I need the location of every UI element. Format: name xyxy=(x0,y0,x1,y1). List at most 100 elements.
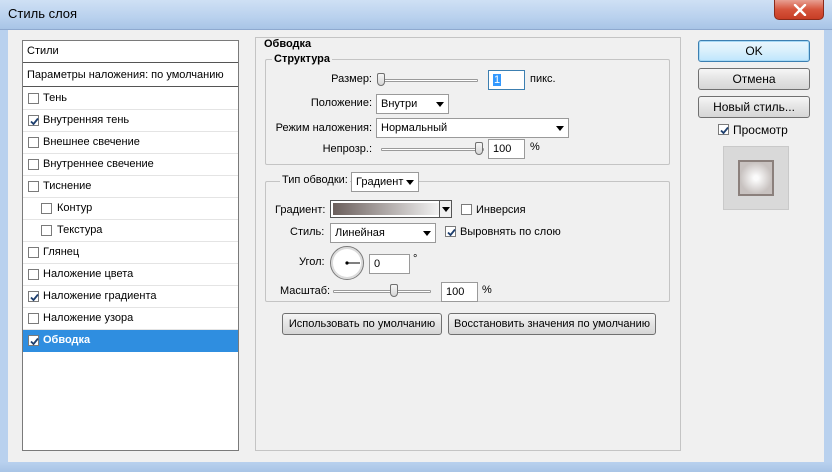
angle-input[interactable]: 0 xyxy=(369,254,410,274)
angle-dial-icon xyxy=(345,261,360,265)
align-with-layer-label: Выровнять по слою xyxy=(460,226,561,238)
reverse-checkbox[interactable] xyxy=(461,204,472,215)
reverse-label: Инверсия xyxy=(476,204,526,216)
style-checkbox[interactable] xyxy=(28,247,39,258)
stroke-section-title: Обводка xyxy=(262,38,314,50)
preview-square xyxy=(738,160,774,196)
size-value: 1 xyxy=(493,74,502,86)
style-checkbox[interactable] xyxy=(28,115,39,126)
chevron-down-icon xyxy=(423,231,431,236)
opacity-slider-thumb[interactable] xyxy=(475,142,483,155)
style-checkbox[interactable] xyxy=(28,93,39,104)
angle-unit: ° xyxy=(413,253,418,265)
position-label: Положение: xyxy=(310,97,372,109)
preview-label: Просмотр xyxy=(733,123,788,137)
style-checkbox[interactable] xyxy=(28,313,39,324)
style-list-item[interactable]: Обводка xyxy=(23,330,238,352)
ok-button[interactable]: OK xyxy=(698,40,810,62)
style-list-item[interactable]: Контур xyxy=(23,198,238,220)
style-item-label: Обводка xyxy=(43,334,91,346)
position-select[interactable]: Внутри xyxy=(376,94,449,114)
style-list-item[interactable]: Глянец xyxy=(23,242,238,264)
style-item-label: Тень xyxy=(43,92,68,104)
window-title: Стиль слоя xyxy=(8,6,78,21)
fill-type-value: Градиент xyxy=(356,176,404,188)
checkmark-icon xyxy=(30,293,39,302)
cancel-button[interactable]: Отмена xyxy=(698,68,810,90)
blend-mode-label: Режим наложения: xyxy=(275,122,372,134)
fill-type-label: Тип обводки: xyxy=(280,174,350,188)
style-list-item[interactable]: Наложение узора xyxy=(23,308,238,330)
angle-dial[interactable] xyxy=(330,246,364,280)
style-list-item[interactable]: Тень xyxy=(23,88,238,110)
gradient-preview-bar[interactable] xyxy=(333,203,439,215)
scale-slider-track[interactable] xyxy=(333,290,431,293)
opacity-slider-track[interactable] xyxy=(381,148,484,151)
style-item-label: Внешнее свечение xyxy=(43,136,140,148)
style-checkbox[interactable] xyxy=(28,137,39,148)
style-item-label: Внутренняя тень xyxy=(43,114,130,126)
styles-header[interactable]: Стили xyxy=(23,41,238,63)
preview-checkbox[interactable] xyxy=(718,124,729,135)
close-button[interactable] xyxy=(774,0,824,20)
new-style-button[interactable]: Новый стиль... xyxy=(698,96,810,118)
reset-to-default-button[interactable]: Восстановить значения по умолчанию xyxy=(448,313,656,335)
style-list-item[interactable]: Внешнее свечение xyxy=(23,132,238,154)
style-list-item[interactable]: Тиснение xyxy=(23,176,238,198)
fill-type-select[interactable]: Градиент xyxy=(351,172,419,192)
scale-input[interactable]: 100 xyxy=(441,282,478,302)
size-slider-track[interactable] xyxy=(378,79,478,82)
style-select[interactable]: Линейная xyxy=(330,223,436,243)
window-frame-left xyxy=(0,30,8,462)
blend-mode-value: Нормальный xyxy=(381,122,448,134)
style-item-label: Контур xyxy=(57,202,93,214)
style-list-item[interactable]: Наложение градиента xyxy=(23,286,238,308)
style-checkbox[interactable] xyxy=(28,269,39,280)
style-item-label: Наложение узора xyxy=(43,312,134,324)
style-list-item[interactable]: Текстура xyxy=(23,220,238,242)
blend-mode-select[interactable]: Нормальный xyxy=(376,118,569,138)
style-checkbox[interactable] xyxy=(28,291,39,302)
scale-value: 100 xyxy=(446,286,465,298)
style-checkbox[interactable] xyxy=(41,225,52,236)
style-preview-thumbnail xyxy=(723,146,789,210)
window-frame-right xyxy=(824,30,832,462)
style-item-label: Наложение градиента xyxy=(43,290,157,302)
align-with-layer-checkbox[interactable] xyxy=(445,226,456,237)
title-bar[interactable]: Стиль слоя xyxy=(0,0,832,30)
style-item-label: Текстура xyxy=(57,224,103,236)
position-value: Внутри xyxy=(381,98,418,110)
size-label: Размер: xyxy=(331,73,372,85)
size-unit: пикс. xyxy=(530,73,556,85)
blending-options-item[interactable]: Параметры наложения: по умолчанию xyxy=(23,65,238,87)
style-item-label: Наложение цвета xyxy=(43,268,134,280)
checkmark-icon xyxy=(447,228,456,237)
checkmark-icon xyxy=(720,126,729,135)
style-checkbox[interactable] xyxy=(28,159,39,170)
style-checkbox[interactable] xyxy=(41,203,52,214)
opacity-input[interactable]: 100 xyxy=(488,139,525,159)
style-list-item[interactable]: Внутренняя тень xyxy=(23,110,238,132)
size-input[interactable]: 1 xyxy=(488,70,525,90)
checkmark-icon xyxy=(30,337,39,346)
style-list-item[interactable]: Наложение цвета xyxy=(23,264,238,286)
opacity-value: 100 xyxy=(493,143,512,155)
style-checkbox[interactable] xyxy=(28,335,39,346)
chevron-down-icon xyxy=(436,102,444,107)
gradient-picker[interactable] xyxy=(330,200,452,218)
opacity-label: Непрозр.: xyxy=(322,143,372,155)
angle-value: 0 xyxy=(374,258,381,270)
style-item-label: Глянец xyxy=(43,246,80,258)
style-checkbox[interactable] xyxy=(28,181,39,192)
scale-unit: % xyxy=(482,284,492,296)
make-default-button[interactable]: Использовать по умолчанию xyxy=(282,313,442,335)
scale-label: Масштаб: xyxy=(280,285,331,297)
scale-slider-thumb[interactable] xyxy=(390,284,398,297)
angle-label: Угол: xyxy=(299,256,325,268)
gradient-dropdown[interactable] xyxy=(439,201,451,217)
styles-list: Стили Параметры наложения: по умолчанию … xyxy=(22,40,239,451)
style-list-item[interactable]: Внутреннее свечение xyxy=(23,154,238,176)
size-slider-thumb[interactable] xyxy=(377,73,385,86)
layer-style-dialog: Стиль слоя Стили Параметры наложения: по… xyxy=(0,0,832,472)
style-item-label: Внутреннее свечение xyxy=(43,158,154,170)
